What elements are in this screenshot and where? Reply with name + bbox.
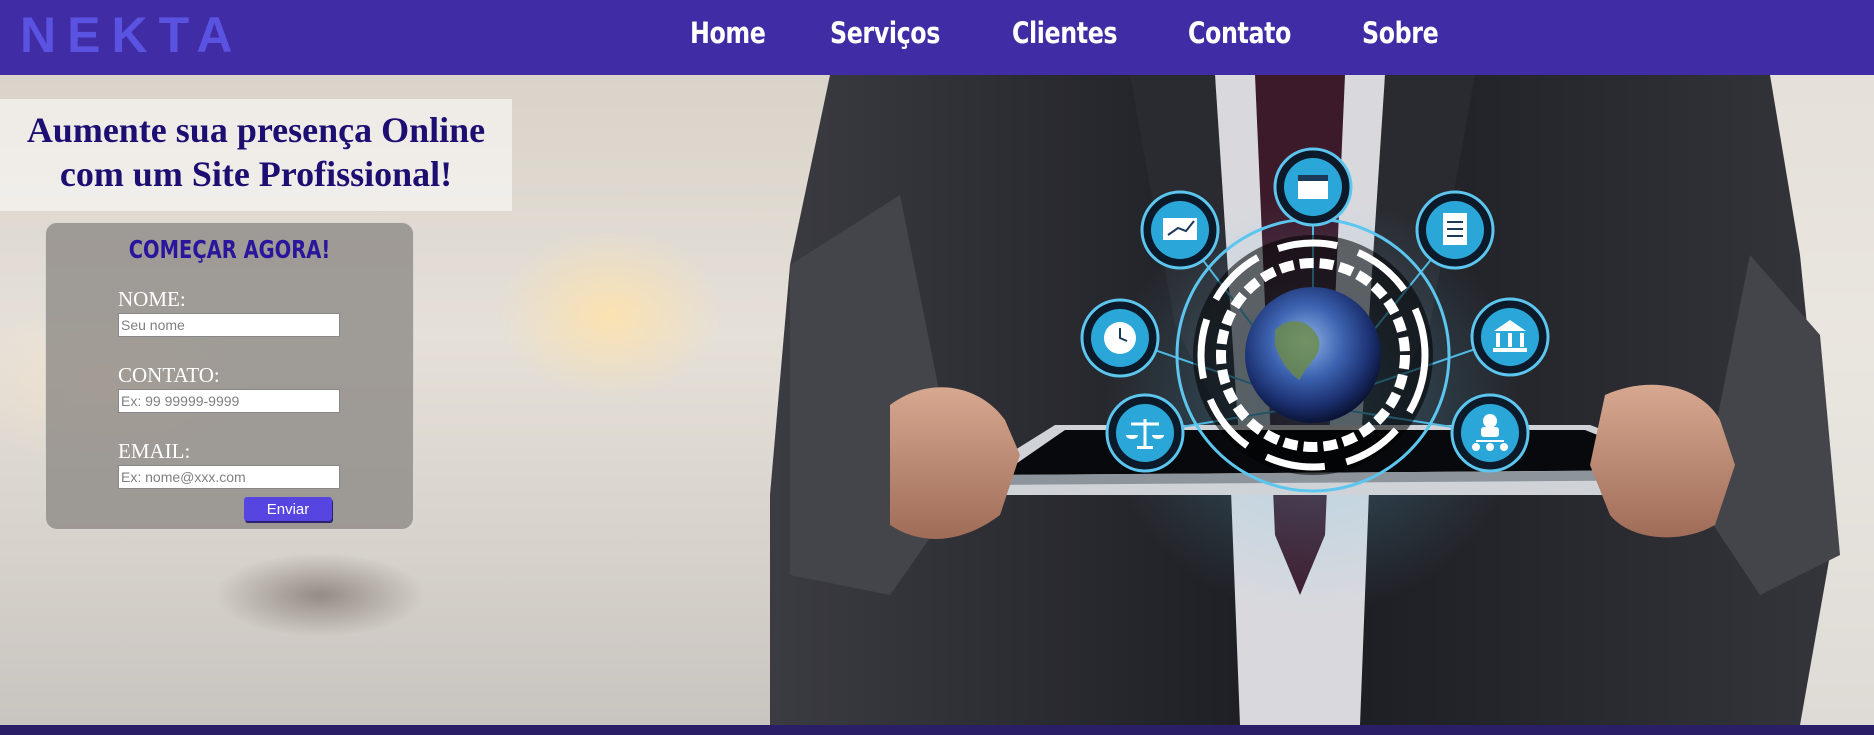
nav-contato-link[interactable]: Contato [1188, 16, 1291, 50]
signup-form: COMEÇAR AGORA! NOME: CONTATO: EMAIL: Env… [45, 222, 414, 530]
name-label: NOME: [118, 287, 186, 311]
footer-strip [0, 725, 1874, 735]
document-icon [1415, 190, 1495, 270]
nav-servicos-link[interactable]: Serviços [830, 16, 940, 50]
email-input[interactable] [118, 465, 340, 489]
hero-headline-line2: com um Site Profissional! [59, 154, 453, 194]
contact-input[interactable] [118, 389, 340, 413]
name-input[interactable] [118, 313, 340, 337]
presentation-chart-icon [1140, 190, 1220, 270]
top-navbar: NEKTA Home Serviços Clientes Contato Sob… [0, 0, 1874, 75]
hero-headline-line1: Aumente sua presença Online [26, 110, 486, 150]
brand-logo[interactable]: NEKTA [20, 6, 244, 64]
bank-icon [1470, 297, 1550, 377]
main-nav: Home Serviços Clientes Contato Sobre [690, 16, 1503, 50]
hero-headline: Aumente sua presença Online com um Site … [0, 108, 512, 196]
nav-clientes-link[interactable]: Clientes [1012, 16, 1118, 50]
org-chart-icon [1450, 393, 1530, 473]
submit-button[interactable]: Enviar [244, 497, 332, 521]
nav-home-link[interactable]: Home [690, 16, 766, 50]
clock-icon [1080, 298, 1160, 378]
hero-section: Aumente sua presença Online com um Site … [0, 75, 1874, 725]
contact-label: CONTATO: [118, 363, 220, 387]
email-label: EMAIL: [118, 439, 191, 463]
nav-sobre-link[interactable]: Sobre [1362, 16, 1439, 50]
scales-icon [1105, 393, 1185, 473]
form-title: COMEÇAR AGORA! [128, 235, 331, 264]
calendar-icon [1273, 147, 1353, 227]
